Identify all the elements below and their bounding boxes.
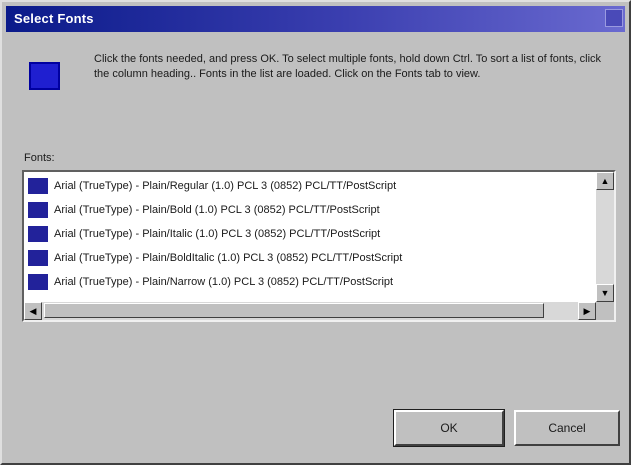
truetype-font-icon: [28, 274, 48, 290]
scroll-corner: [596, 302, 614, 320]
horizontal-scrollbar[interactable]: ◀ ▶: [24, 302, 596, 320]
truetype-font-icon: [28, 250, 48, 266]
list-item-label: Arial (TrueType) - Plain/Italic (1.0) PC…: [54, 228, 381, 240]
arrow-right-icon[interactable]: ▶: [578, 302, 596, 320]
truetype-font-icon: [28, 202, 48, 218]
ok-button[interactable]: OK: [393, 409, 505, 447]
truetype-font-icon: [28, 178, 48, 194]
font-listbox[interactable]: Arial (TrueType) - Plain/Regular (1.0) P…: [22, 170, 616, 322]
close-icon[interactable]: [605, 9, 623, 27]
list-item-label: Arial (TrueType) - Plain/BoldItalic (1.0…: [54, 252, 403, 264]
arrow-up-icon[interactable]: ▲: [596, 172, 614, 190]
list-item-label: Arial (TrueType) - Plain/Narrow (1.0) PC…: [54, 276, 394, 288]
list-item[interactable]: Arial (TrueType) - Plain/BoldItalic (1.0…: [26, 246, 598, 270]
vertical-scrollbar[interactable]: ▲ ▼: [596, 172, 614, 302]
arrow-down-icon[interactable]: ▼: [596, 284, 614, 302]
cancel-button[interactable]: Cancel: [514, 410, 620, 446]
scrollbar-thumb[interactable]: [44, 303, 544, 318]
truetype-font-icon: [28, 226, 48, 242]
list-item-label: Arial (TrueType) - Plain/Regular (1.0) P…: [54, 180, 397, 192]
select-fonts-dialog: Select Fonts Click the fonts needed, and…: [0, 0, 631, 465]
list-item[interactable]: Arial (TrueType) - Plain/Regular (1.0) P…: [26, 174, 598, 198]
font-list-items: Arial (TrueType) - Plain/Regular (1.0) P…: [26, 174, 598, 300]
instruction-text: Click the fonts needed, and press OK. To…: [94, 53, 602, 80]
arrow-left-icon[interactable]: ◀: [24, 302, 42, 320]
list-item-label: Arial (TrueType) - Plain/Bold (1.0) PCL …: [54, 204, 380, 216]
list-item[interactable]: Arial (TrueType) - Plain/Italic (1.0) PC…: [26, 222, 598, 246]
fonts-label: Fonts:: [24, 152, 55, 164]
title-bar[interactable]: Select Fonts: [6, 6, 625, 32]
list-item[interactable]: Arial (TrueType) - Plain/Narrow (1.0) PC…: [26, 270, 598, 294]
list-item[interactable]: Arial (TrueType) - Plain/Bold (1.0) PCL …: [26, 198, 598, 222]
window-title: Select Fonts: [14, 11, 94, 26]
font-dialog-icon: [20, 58, 70, 98]
